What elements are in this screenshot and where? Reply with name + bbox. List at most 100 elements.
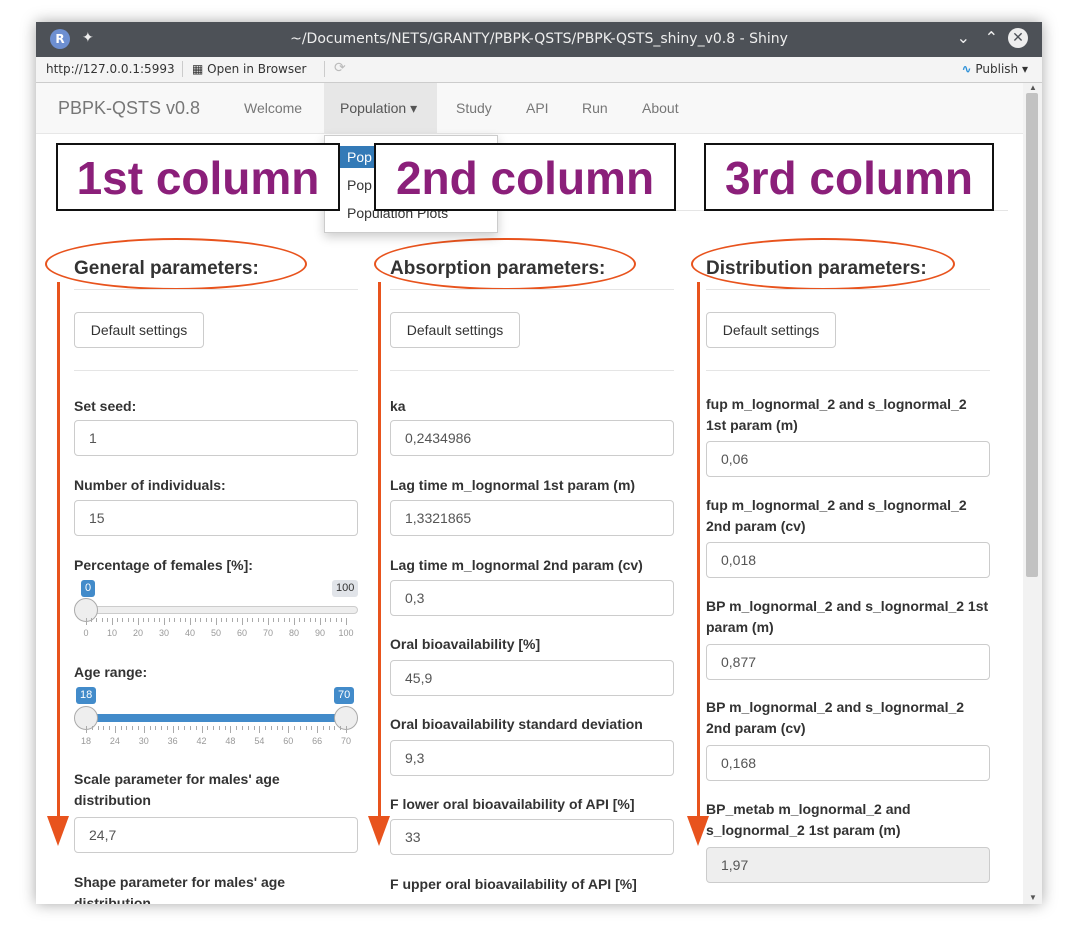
tab-run[interactable]: Run	[582, 100, 608, 116]
default-settings-button[interactable]: Default settings	[390, 312, 520, 348]
slider-tick	[242, 618, 243, 625]
vertical-scrollbar[interactable]: ▲ ▼	[1023, 83, 1042, 904]
scroll-down-icon[interactable]: ▼	[1029, 893, 1037, 902]
oral-bioavailability-label: Oral bioavailability [%]	[390, 636, 541, 652]
slider-tick-label: 80	[288, 628, 299, 638]
tab-population[interactable]: Population ▾	[340, 100, 417, 117]
slider-tick-label: 10	[106, 628, 117, 638]
age-slider-fill	[86, 714, 346, 722]
slider-minor-tick	[101, 618, 103, 622]
slider-minor-tick	[103, 726, 105, 730]
slider-minor-tick	[169, 618, 171, 622]
slider-minor-tick	[96, 618, 98, 622]
shiny-window: R ✦ ~/Documents/NETS/GRANTY/PBPK-QSTS/PB…	[36, 22, 1042, 904]
ka-input[interactable]: 0,2434986	[390, 420, 674, 456]
oral-bioavailability-sd-input[interactable]: 9,3	[390, 740, 674, 776]
window-title: ~/Documents/NETS/GRANTY/PBPK-QSTS/PBPK-Q…	[290, 31, 788, 47]
slider-minor-tick	[158, 618, 160, 622]
slider-minor-tick	[340, 618, 342, 622]
slider-minor-tick	[138, 726, 139, 730]
slider-tick-label: 30	[158, 628, 169, 638]
caret-down-icon: ▾	[410, 100, 418, 116]
default-settings-button[interactable]: Default settings	[706, 312, 836, 348]
close-icon[interactable]: ✕	[1008, 28, 1028, 48]
slider-tick-label: 24	[109, 736, 120, 746]
slider-minor-tick	[247, 726, 249, 730]
slider-minor-tick	[265, 726, 267, 730]
slider-tick-label: 90	[314, 628, 325, 638]
slider-tick	[288, 726, 290, 733]
slider-minor-tick	[328, 726, 330, 730]
slider-minor-tick	[309, 618, 311, 622]
fup-cv-input[interactable]: 0,018	[706, 542, 990, 578]
default-settings-button[interactable]: Default settings	[74, 312, 204, 348]
age-range-label: Age range:	[74, 664, 148, 680]
slider-minor-tick	[213, 726, 215, 730]
slider-minor-tick	[195, 726, 197, 730]
lag-time-m-input[interactable]: 1,3321865	[390, 500, 674, 536]
slider-tick	[86, 618, 87, 625]
shape-parameter-label: Shape parameter for males' age distribut…	[74, 874, 286, 904]
slider-minor-tick	[122, 618, 124, 622]
bp-m-input[interactable]: 0,877	[706, 644, 990, 680]
individuals-input[interactable]: 15	[74, 500, 358, 536]
divider	[74, 370, 358, 371]
slider-minor-tick	[294, 726, 295, 730]
minimize-icon[interactable]: ⌄	[957, 28, 970, 47]
app-brand[interactable]: PBPK-QSTS v0.8	[58, 98, 200, 119]
tab-study[interactable]: Study	[456, 100, 492, 116]
bp-cv-input[interactable]: 0,168	[706, 745, 990, 781]
maximize-icon[interactable]: ⌃	[985, 28, 998, 47]
scroll-up-icon[interactable]: ▲	[1029, 83, 1037, 92]
slider-minor-tick	[190, 726, 191, 730]
slider-minor-tick	[253, 726, 255, 730]
slider-minor-tick	[226, 618, 228, 622]
slider-tick-label: 54	[254, 736, 265, 746]
age-max-badge: 70	[334, 687, 355, 704]
f-lower-input[interactable]: 33	[390, 819, 674, 855]
fup-m-input[interactable]: 0,06	[706, 441, 990, 477]
slider-minor-tick	[322, 726, 324, 730]
first-column-label: 1st column	[56, 143, 340, 211]
slider-tick	[294, 618, 295, 625]
header-highlight-ellipse	[45, 238, 307, 290]
slider-minor-tick	[143, 618, 145, 622]
bp-cv-label: BP m_lognormal_2 and s_lognormal_2 2nd p…	[706, 699, 965, 736]
females-max-badge: 100	[332, 580, 359, 597]
divider	[390, 370, 674, 371]
divider	[74, 289, 358, 290]
tab-api[interactable]: API	[526, 100, 549, 116]
slider-minor-tick	[247, 618, 249, 622]
scrollbar-thumb[interactable]	[1026, 93, 1038, 577]
slider-minor-tick	[311, 726, 313, 730]
tab-about[interactable]: About	[642, 100, 679, 116]
slider-tick	[317, 726, 319, 733]
lag-time-cv-input[interactable]: 0,3	[390, 580, 674, 616]
slider-tick	[172, 726, 174, 733]
ka-label: ka	[390, 398, 406, 414]
slider-tick	[112, 618, 113, 625]
slider-minor-tick	[270, 726, 272, 730]
slider-tick	[346, 618, 347, 625]
bp-metab-m-input[interactable]: 1,97	[706, 847, 990, 883]
tab-welcome[interactable]: Welcome	[244, 100, 302, 116]
open-in-browser-button[interactable]: ▦ Open in Browser	[192, 62, 306, 76]
seed-input[interactable]: 1	[74, 420, 358, 456]
slider-minor-tick	[184, 726, 186, 730]
slider-minor-tick	[91, 726, 93, 730]
slider-minor-tick	[205, 618, 207, 622]
individuals-label: Number of individuals:	[74, 477, 226, 493]
f-upper-label: F upper oral bioavailability of API [%]	[390, 876, 637, 892]
females-slider-track[interactable]	[86, 606, 358, 614]
annotation-arrow-col2	[378, 282, 381, 822]
scale-parameter-input[interactable]: 24,7	[74, 817, 358, 853]
oral-bioavailability-input[interactable]: 45,9	[390, 660, 674, 696]
publish-button[interactable]: ∿ Publish ▾	[961, 62, 1028, 76]
publish-label: Publish	[975, 62, 1019, 76]
publish-icon: ∿	[961, 62, 972, 76]
slider-minor-tick	[325, 618, 327, 622]
refresh-icon[interactable]: ⟳	[334, 60, 346, 76]
slider-tick-label: 100	[338, 628, 354, 638]
slider-minor-tick	[195, 618, 197, 622]
divider	[390, 289, 674, 290]
